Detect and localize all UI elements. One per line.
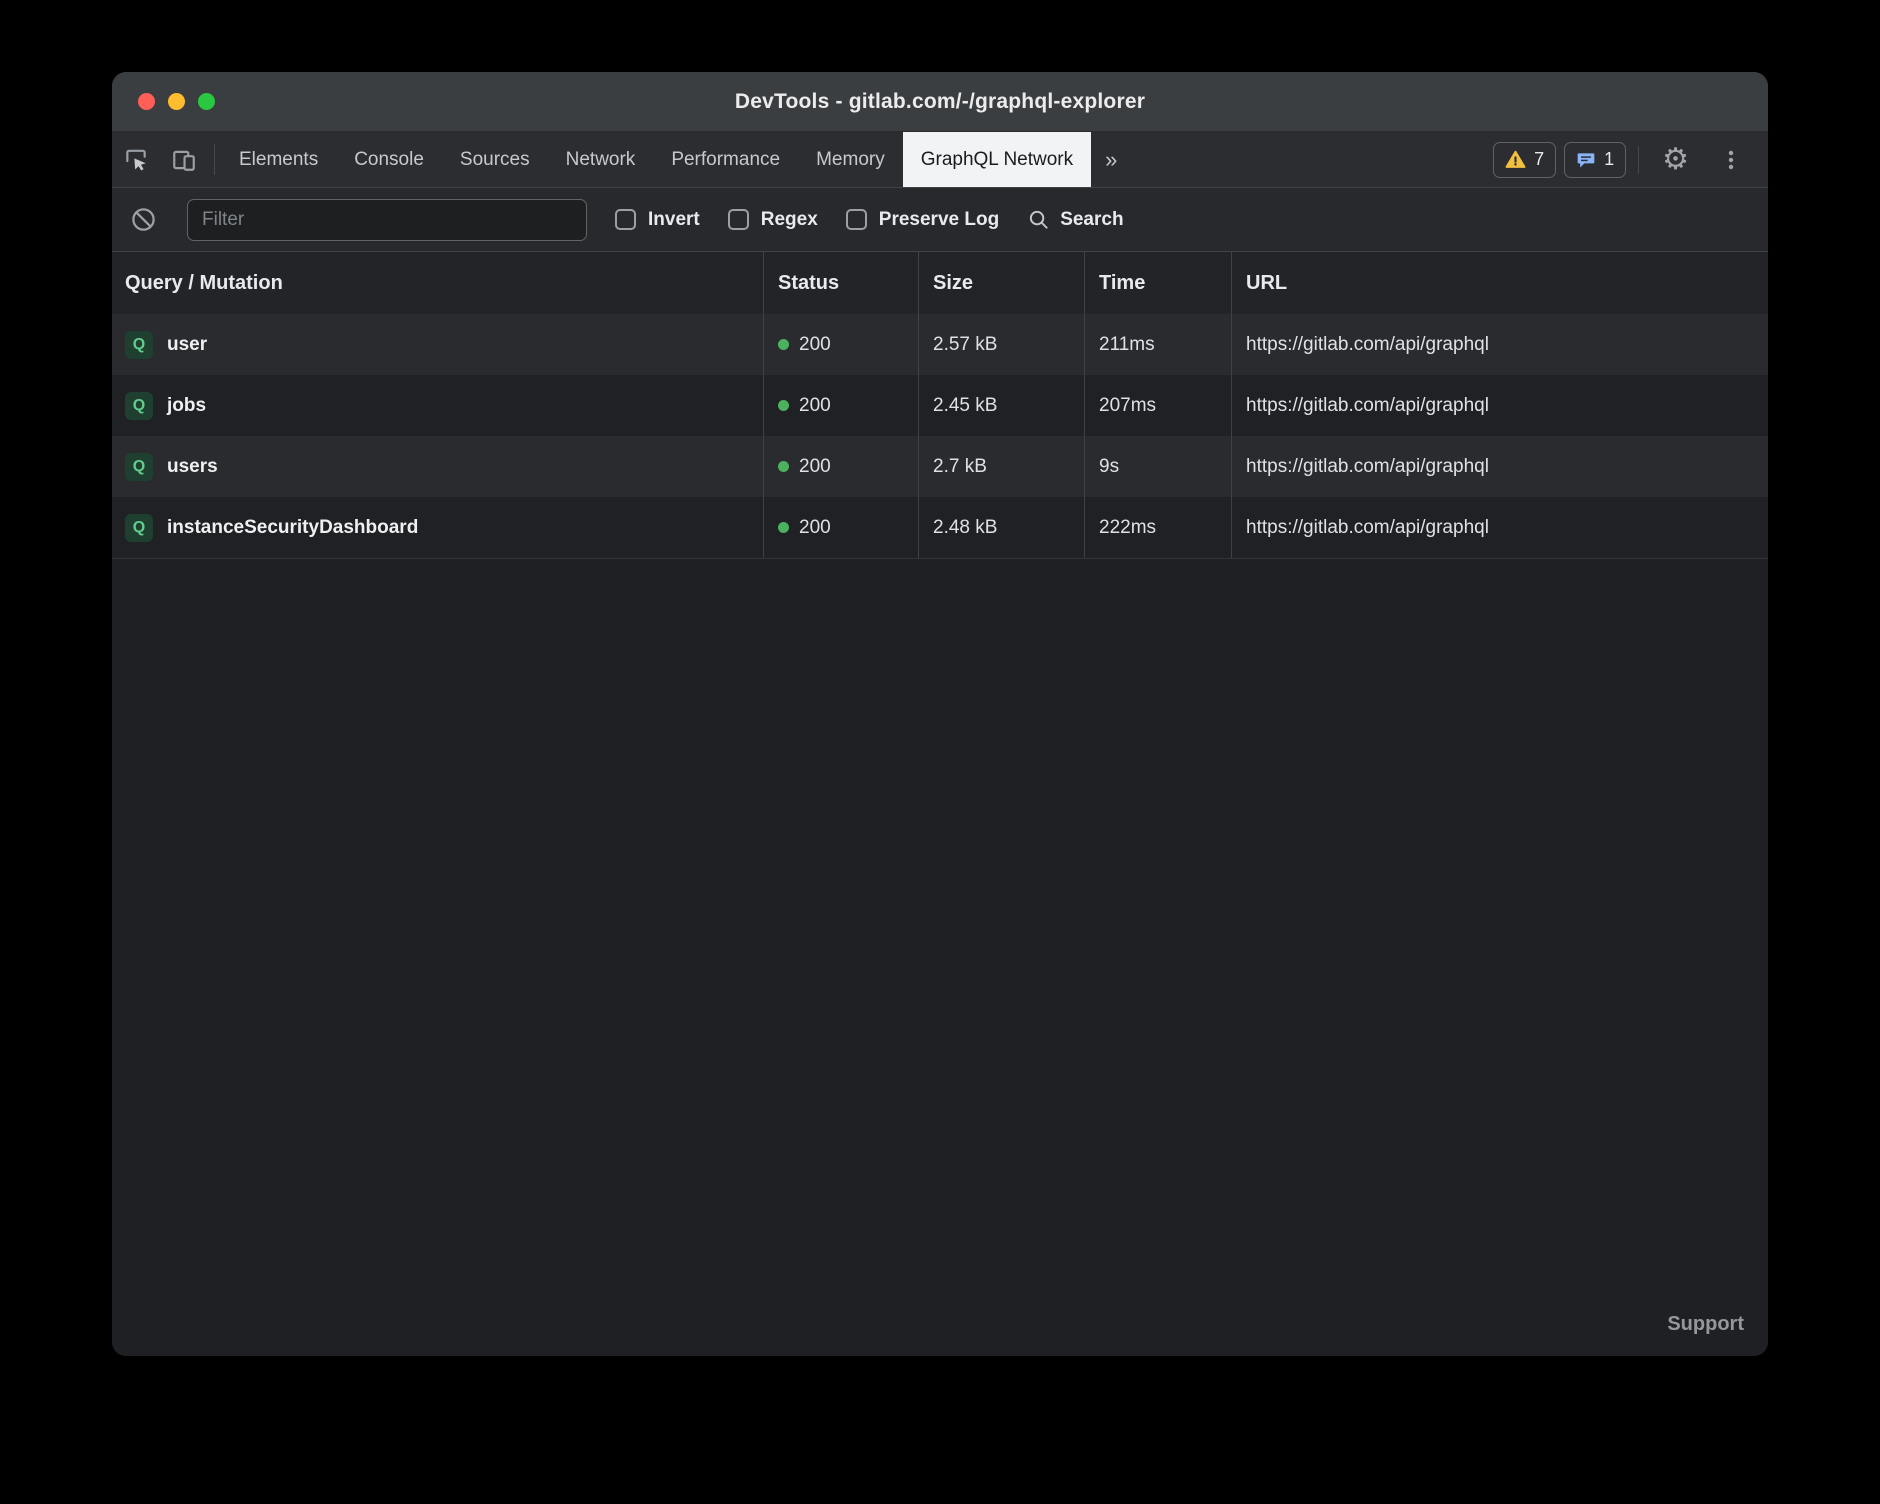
status-value: 200 [799,395,831,417]
requests-table: Query / Mutation Status Size Time URL Q … [112,252,1768,1356]
zoom-window-button[interactable] [198,93,215,110]
table-row[interactable]: Q users 200 2.7 kB 9s https://gitlab.com… [112,436,1768,497]
status-value: 200 [799,334,831,356]
table-rows: Q user 200 2.57 kB 211ms https://gitlab.… [112,314,1768,559]
query-type-badge: Q [125,514,153,542]
request-name: users [167,456,218,478]
tabbar-right-cluster: 7 1 ⚙ [1493,132,1768,187]
column-header-size[interactable]: Size [918,252,1084,314]
size-value: 2.57 kB [933,334,997,356]
column-header-query-mutation[interactable]: Query / Mutation [112,252,763,314]
size-value: 2.7 kB [933,456,987,478]
time-value: 222ms [1099,517,1156,539]
query-type-badge: Q [125,453,153,481]
warning-count: 7 [1534,149,1544,170]
inspect-element-button[interactable] [112,132,160,187]
checkbox-label: Regex [761,209,818,231]
status-value: 200 [799,517,831,539]
column-header-status[interactable]: Status [763,252,918,314]
inspect-cursor-icon [123,147,149,173]
filter-input[interactable] [187,199,587,241]
tabbar-separator [214,144,215,175]
support-link[interactable]: Support [1667,1313,1744,1336]
table-row[interactable]: Q jobs 200 2.45 kB 207ms https://gitlab.… [112,375,1768,436]
device-toolbar-icon [171,147,197,173]
column-header-url[interactable]: URL [1231,252,1768,314]
devtools-window: DevTools - gitlab.com/-/graphql-explorer… [112,72,1768,1356]
column-header-time[interactable]: Time [1084,252,1231,314]
request-name: user [167,334,207,356]
message-count: 1 [1604,149,1614,170]
time-value: 211ms [1099,334,1155,356]
preserve-log-checkbox[interactable]: Preserve Log [846,209,999,231]
issues-warning-badge[interactable]: 7 [1493,142,1556,178]
traffic-lights [138,72,215,131]
minimize-window-button[interactable] [168,93,185,110]
devtools-tab-bar: Elements Console Sources Network Perform… [112,132,1768,188]
search-toggle[interactable]: Search [1027,208,1123,231]
settings-button[interactable]: ⚙ [1651,145,1700,175]
checkbox-box [615,209,636,230]
titlebar[interactable]: DevTools - gitlab.com/-/graphql-explorer [112,72,1768,132]
more-options-button[interactable] [1708,148,1754,172]
size-value: 2.45 kB [933,395,997,417]
checkbox-box [728,209,749,230]
table-header: Query / Mutation Status Size Time URL [112,252,1768,314]
status-ok-dot [778,461,789,472]
warning-triangle-icon [1505,149,1526,170]
checkbox-label: Preserve Log [879,209,999,231]
tab-memory[interactable]: Memory [798,132,903,187]
tab-elements[interactable]: Elements [221,132,336,187]
tab-performance[interactable]: Performance [653,132,798,187]
time-value: 9s [1099,456,1119,478]
table-row[interactable]: Q user 200 2.57 kB 211ms https://gitlab.… [112,314,1768,375]
query-type-badge: Q [125,331,153,359]
checkbox-label: Invert [648,209,700,231]
regex-checkbox[interactable]: Regex [728,209,818,231]
table-row[interactable]: Q instanceSecurityDashboard 200 2.48 kB … [112,497,1768,558]
status-ok-dot [778,339,789,350]
request-name: instanceSecurityDashboard [167,517,418,539]
search-label: Search [1060,209,1123,231]
status-value: 200 [799,456,831,478]
tab-console[interactable]: Console [336,132,442,187]
url-value: https://gitlab.com/api/graphql [1246,456,1489,478]
query-type-badge: Q [125,392,153,420]
tab-sources[interactable]: Sources [442,132,548,187]
console-messages-badge[interactable]: 1 [1564,142,1626,178]
block-icon [130,206,157,233]
window-title: DevTools - gitlab.com/-/graphql-explorer [735,90,1145,114]
clear-requests-button[interactable] [128,206,159,233]
url-value: https://gitlab.com/api/graphql [1246,395,1489,417]
filter-toolbar: Invert Regex Preserve Log Search [112,188,1768,252]
search-icon [1027,208,1050,231]
badge-separator [1638,146,1639,174]
url-value: https://gitlab.com/api/graphql [1246,334,1489,356]
more-tabs-button[interactable]: » [1091,132,1131,187]
desktop-background: DevTools - gitlab.com/-/graphql-explorer… [0,0,1880,1504]
time-value: 207ms [1099,395,1156,417]
gear-icon: ⚙ [1662,145,1689,175]
kebab-menu-icon [1719,148,1743,172]
tab-graphql-network[interactable]: GraphQL Network [903,132,1091,187]
status-ok-dot [778,522,789,533]
checkbox-box [846,209,867,230]
chat-bubble-icon [1576,150,1596,170]
tab-network[interactable]: Network [548,132,654,187]
invert-checkbox[interactable]: Invert [615,209,700,231]
device-toolbar-button[interactable] [160,132,208,187]
request-name: jobs [167,395,206,417]
status-ok-dot [778,400,789,411]
url-value: https://gitlab.com/api/graphql [1246,517,1489,539]
close-window-button[interactable] [138,93,155,110]
size-value: 2.48 kB [933,517,997,539]
